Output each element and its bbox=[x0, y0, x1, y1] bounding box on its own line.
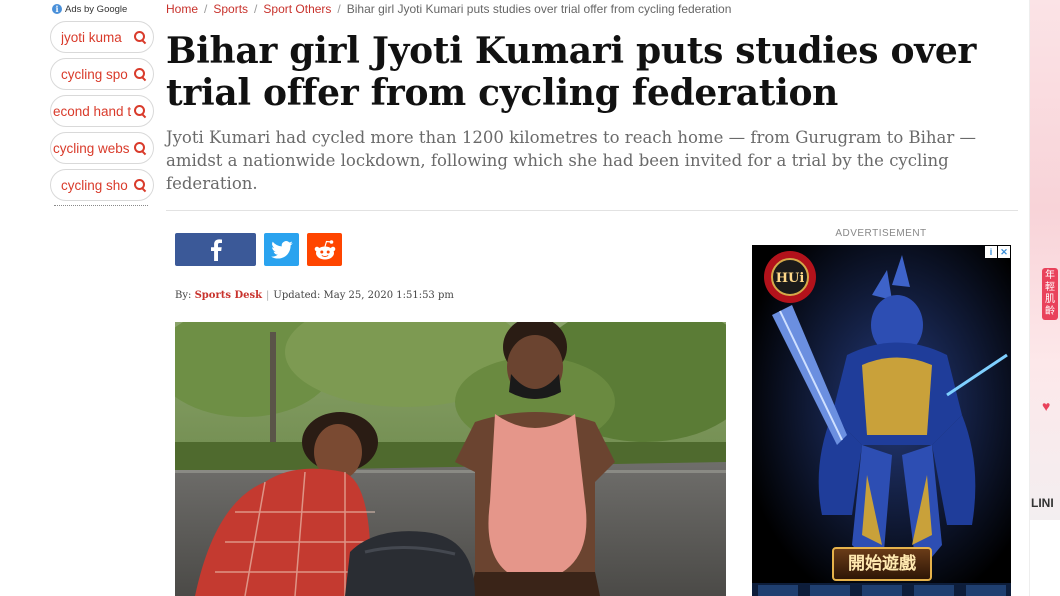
search-icon bbox=[133, 30, 147, 44]
breadcrumb-sports[interactable]: Sports bbox=[213, 2, 248, 16]
breadcrumb-sport-others[interactable]: Sport Others bbox=[263, 2, 331, 16]
divider bbox=[166, 210, 1018, 211]
ads-by-label: Ads by Google bbox=[65, 3, 128, 15]
edge-ad-text: 年輕肌齡 bbox=[1042, 268, 1058, 320]
breadcrumb-current: Bihar girl Jyoti Kumari puts studies ove… bbox=[346, 2, 732, 16]
advertisement-banner[interactable]: HUi i ✕ 開始遊戲 bbox=[752, 245, 1011, 596]
facebook-icon bbox=[210, 238, 222, 261]
share-twitter-button[interactable] bbox=[264, 233, 299, 266]
ad-search-pill[interactable]: econd hand t bbox=[50, 95, 154, 127]
share-facebook-button[interactable] bbox=[175, 233, 256, 266]
share-reddit-button[interactable] bbox=[307, 233, 342, 266]
breadcrumb-home[interactable]: Home bbox=[166, 2, 198, 16]
heart-icon: ♥ bbox=[1042, 398, 1051, 414]
page-edge bbox=[1022, 0, 1030, 596]
ad-search-pill[interactable]: cycling spo bbox=[50, 58, 154, 90]
search-icon bbox=[133, 141, 147, 155]
twitter-icon bbox=[270, 240, 293, 259]
ads-sidebar: i Ads by Google jyoti kuma cycling spo e… bbox=[48, 0, 158, 206]
author-link[interactable]: Sports Desk bbox=[195, 290, 262, 301]
reddit-icon bbox=[314, 239, 335, 259]
ad-search-pill-label: cycling sho bbox=[61, 177, 128, 193]
ad-search-pill[interactable]: jyoti kuma bbox=[50, 21, 154, 53]
breadcrumb-separator: / bbox=[254, 2, 258, 16]
ad-search-pill-label: jyoti kuma bbox=[61, 29, 122, 45]
ads-divider bbox=[54, 205, 148, 206]
hero-image bbox=[175, 322, 726, 596]
article-summary: Jyoti Kumari had cycled more than 1200 k… bbox=[166, 128, 976, 193]
updated-time: Updated: May 25, 2020 1:51:53 pm bbox=[273, 290, 454, 301]
byline-separator: | bbox=[266, 290, 270, 301]
ad-search-pill-label: cycling webs bbox=[53, 140, 130, 156]
article-title: Bihar girl Jyoti Kumari puts studies ove… bbox=[166, 30, 977, 114]
advertisement-label: ADVERTISEMENT bbox=[835, 228, 927, 239]
search-icon bbox=[133, 67, 147, 81]
breadcrumb-separator: / bbox=[337, 2, 341, 16]
ad-info-icon[interactable]: i bbox=[985, 246, 997, 258]
byline: By: Sports Desk | Updated: May 25, 2020 1:… bbox=[175, 290, 454, 301]
ad-logo-text: HUi bbox=[776, 271, 805, 286]
breadcrumb-separator: / bbox=[204, 2, 208, 16]
ad-artwork: HUi bbox=[752, 245, 1011, 596]
ad-choices[interactable]: i ✕ bbox=[985, 246, 1010, 258]
ad-search-pill[interactable]: cycling sho bbox=[50, 169, 154, 201]
search-icon bbox=[133, 104, 147, 118]
ad-search-pill[interactable]: cycling webs bbox=[50, 132, 154, 164]
ad-start-game-button[interactable]: 開始遊戲 bbox=[832, 547, 932, 581]
search-icon bbox=[133, 178, 147, 192]
ad-search-pill-label: econd hand t bbox=[53, 103, 132, 119]
info-icon[interactable]: i bbox=[52, 4, 62, 14]
hero-photo bbox=[175, 322, 726, 596]
edge-ad-brand: LINI bbox=[1031, 496, 1054, 510]
ad-close-icon[interactable]: ✕ bbox=[998, 246, 1010, 258]
breadcrumb: Home / Sports / Sport Others / Bihar girl Jyot… bbox=[166, 2, 731, 16]
ads-by-google[interactable]: i Ads by Google bbox=[52, 3, 158, 15]
ad-search-pill-label: cycling spo bbox=[61, 66, 128, 82]
edge-advertisement[interactable]: 年輕肌齡 ♥ LINI bbox=[1030, 0, 1060, 520]
byline-prefix: By: bbox=[175, 290, 192, 301]
